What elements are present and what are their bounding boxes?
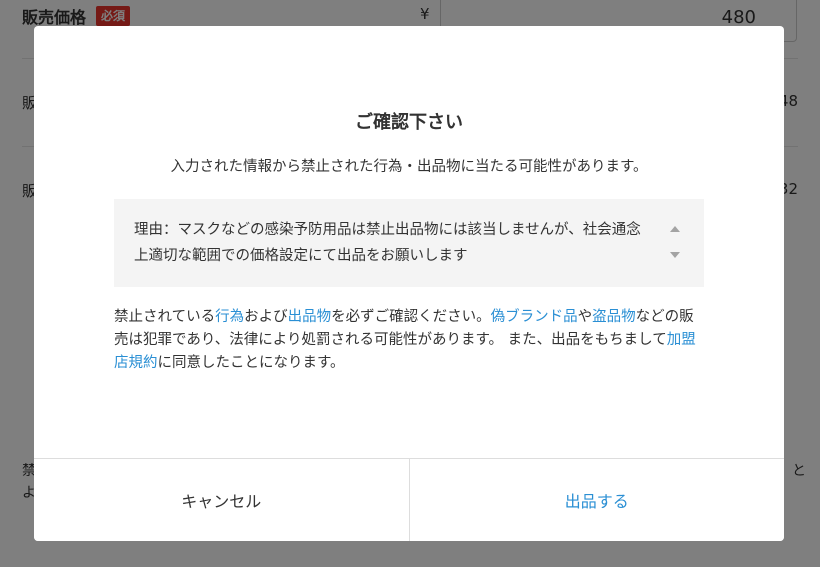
stolen-goods-link[interactable]: 盗品物 <box>592 309 636 325</box>
prohibited-acts-link[interactable]: 行為 <box>215 309 244 325</box>
scroll-up-arrow-icon[interactable] <box>670 226 680 232</box>
dialog-title: ご確認下さい <box>355 112 463 133</box>
notice-text-part: を必ずご確認ください。 <box>331 309 491 325</box>
reason-text: 理由：マスクなどの感染予防用品は禁止出品物には該当しませんが、社会通念上適切な範… <box>134 222 641 264</box>
notice-text-part: および <box>244 309 288 325</box>
notice-text-part: に同意したことになります。 <box>157 355 345 371</box>
confirmation-dialog: ご確認下さい 入力された情報から禁止された行為・出品物に当たる可能性があります。… <box>34 26 784 541</box>
dialog-footer: キャンセル 出品する <box>34 458 784 541</box>
prohibited-items-link[interactable]: 出品物 <box>288 309 332 325</box>
dialog-lead-text: 入力された情報から禁止された行為・出品物に当たる可能性があります。 <box>170 159 648 175</box>
notice-text-part: 禁止されている <box>114 309 216 325</box>
list-item-button[interactable]: 出品する <box>409 459 784 541</box>
counterfeit-brand-link[interactable]: 偽ブランド品 <box>491 309 578 325</box>
notice-text: 禁止されている行為および出品物を必ずご確認ください。偽ブランド品や盗品物などの販… <box>114 306 704 375</box>
scroll-down-arrow-icon[interactable] <box>670 252 680 258</box>
notice-text-part: や <box>577 309 593 325</box>
reason-box: 理由：マスクなどの感染予防用品は禁止出品物には該当しませんが、社会通念上適切な範… <box>114 199 704 287</box>
cancel-button[interactable]: キャンセル <box>34 459 410 541</box>
